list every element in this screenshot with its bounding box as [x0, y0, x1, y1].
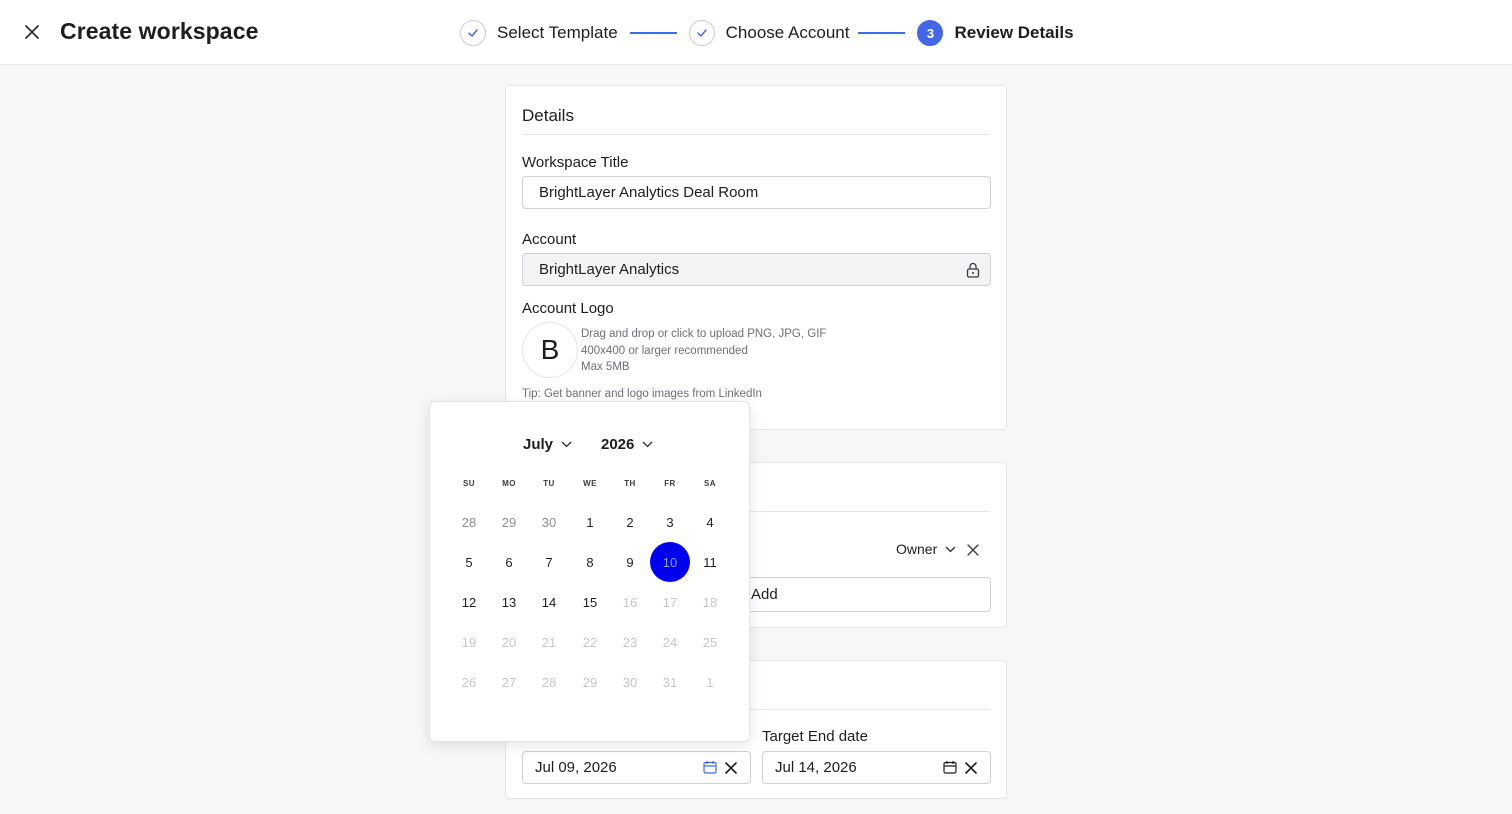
step-choose-account[interactable]: Choose Account: [726, 23, 850, 43]
calendar-day: 30: [622, 674, 638, 690]
calendar-day[interactable]: 30: [529, 502, 569, 542]
calendar-day[interactable]: 28: [449, 502, 489, 542]
weekday-label: TH: [624, 479, 636, 488]
calendar-day[interactable]: 9: [610, 542, 650, 582]
account-field: BrightLayer Analytics: [522, 253, 991, 286]
role-value: Owner: [896, 541, 938, 557]
calendar-day: 21: [541, 634, 557, 650]
step-connector: [629, 32, 677, 34]
logo-upload[interactable]: B: [522, 322, 578, 378]
weekday-label: FR: [664, 479, 676, 488]
step-review-details: Review Details: [954, 23, 1074, 42]
calendar-icon[interactable]: [703, 760, 717, 778]
calendar-day[interactable]: 7: [529, 542, 569, 582]
calendar-day[interactable]: 14: [529, 582, 569, 622]
divider: [522, 134, 990, 135]
clear-date-icon[interactable]: [965, 761, 977, 778]
calendar-day[interactable]: 11: [690, 542, 730, 582]
calendar-day[interactable]: 3: [650, 502, 690, 542]
chevron-down-icon: [945, 546, 956, 553]
calendar-day[interactable]: 2: [610, 502, 650, 542]
calendar-day: 26: [461, 674, 477, 690]
calendar-day: 17: [662, 594, 678, 610]
logo-hint-size: 400x400 or larger recommended: [581, 345, 748, 357]
calendar-day: 23: [622, 634, 638, 650]
add-member-text: Add: [751, 586, 778, 603]
stepper: Select Template Choose Account 3 Review …: [460, 19, 1074, 47]
clear-date-icon[interactable]: [725, 761, 737, 778]
calendar-day: 16: [622, 594, 638, 610]
account-label: Account: [522, 231, 577, 248]
account-logo-label: Account Logo: [522, 300, 614, 317]
weekday-label: MO: [502, 479, 516, 488]
step-connector: [858, 32, 906, 34]
year-value: 2026: [601, 436, 635, 453]
lock-icon: [966, 262, 980, 282]
calendar-icon[interactable]: [943, 760, 957, 778]
step-select-template[interactable]: Select Template: [497, 23, 618, 43]
workspace-title-label: Workspace Title: [522, 154, 629, 171]
weekday-label: TU: [543, 479, 555, 488]
target-end-date-label: Target End date: [762, 728, 868, 745]
step-number-badge: 3: [917, 20, 944, 46]
calendar-day: 1: [706, 674, 714, 690]
calendar-day: 25: [702, 634, 718, 650]
calendar-day: 24: [662, 634, 678, 650]
date-picker-popover: July 2026 SU MO TU WE TH FR SA 28 29 30 1 2 3 4 5 6 7 8 9…: [429, 401, 750, 742]
account-value: BrightLayer Analytics: [539, 261, 680, 278]
weekday-label: SU: [463, 479, 475, 488]
calendar-day: 18: [702, 594, 718, 610]
calendar-day: 20: [501, 634, 517, 650]
role-select[interactable]: Owner: [896, 541, 956, 557]
calendar-day: 19: [461, 634, 477, 650]
calendar-day[interactable]: 5: [449, 542, 489, 582]
calendar-day: 29: [582, 674, 598, 690]
calendar-day: 22: [582, 634, 598, 650]
remove-member-icon[interactable]: [967, 543, 979, 561]
details-card: Details Workspace Title BrightLayer Anal…: [505, 85, 1007, 430]
calendar-day-selected[interactable]: 10: [650, 542, 690, 582]
check-icon: [688, 20, 715, 46]
page-title: Create workspace: [60, 18, 259, 44]
chevron-down-icon: [634, 441, 653, 448]
calendar-day: 31: [662, 674, 678, 690]
logo-hint-formats: Drag and drop or click to upload PNG, JP…: [581, 328, 827, 340]
check-icon: [460, 20, 486, 46]
calendar-day: 28: [541, 674, 557, 690]
calendar-day[interactable]: 1: [570, 502, 610, 542]
close-icon[interactable]: [22, 22, 42, 42]
month-value: July: [523, 436, 554, 453]
section-title-details: Details: [522, 106, 574, 125]
calendar-day[interactable]: 8: [570, 542, 610, 582]
calendar-day[interactable]: 6: [489, 542, 529, 582]
target-end-date-input[interactable]: Jul 14, 2026: [762, 751, 991, 784]
target-end-date-value: Jul 14, 2026: [775, 759, 857, 776]
calendar-day[interactable]: 12: [449, 582, 489, 622]
year-select[interactable]: 2026: [601, 436, 653, 453]
calendar-day: 27: [501, 674, 517, 690]
start-date-input[interactable]: Jul 09, 2026: [522, 751, 751, 784]
chevron-down-icon: [553, 441, 572, 448]
calendar-day[interactable]: 29: [489, 502, 529, 542]
calendar-day[interactable]: 4: [690, 502, 730, 542]
logo-letter: B: [540, 334, 560, 365]
calendar-day[interactable]: 13: [489, 582, 529, 622]
logo-hint-max: Max 5MB: [581, 361, 630, 373]
top-bar: Create workspace Select Template Choose …: [0, 0, 1512, 65]
weekday-label: WE: [583, 479, 597, 488]
month-select[interactable]: July: [523, 436, 572, 453]
workspace-title-input[interactable]: BrightLayer Analytics Deal Room: [522, 176, 991, 209]
weekday-label: SA: [704, 479, 716, 488]
start-date-value: Jul 09, 2026: [535, 759, 617, 776]
calendar-day[interactable]: 15: [570, 582, 610, 622]
